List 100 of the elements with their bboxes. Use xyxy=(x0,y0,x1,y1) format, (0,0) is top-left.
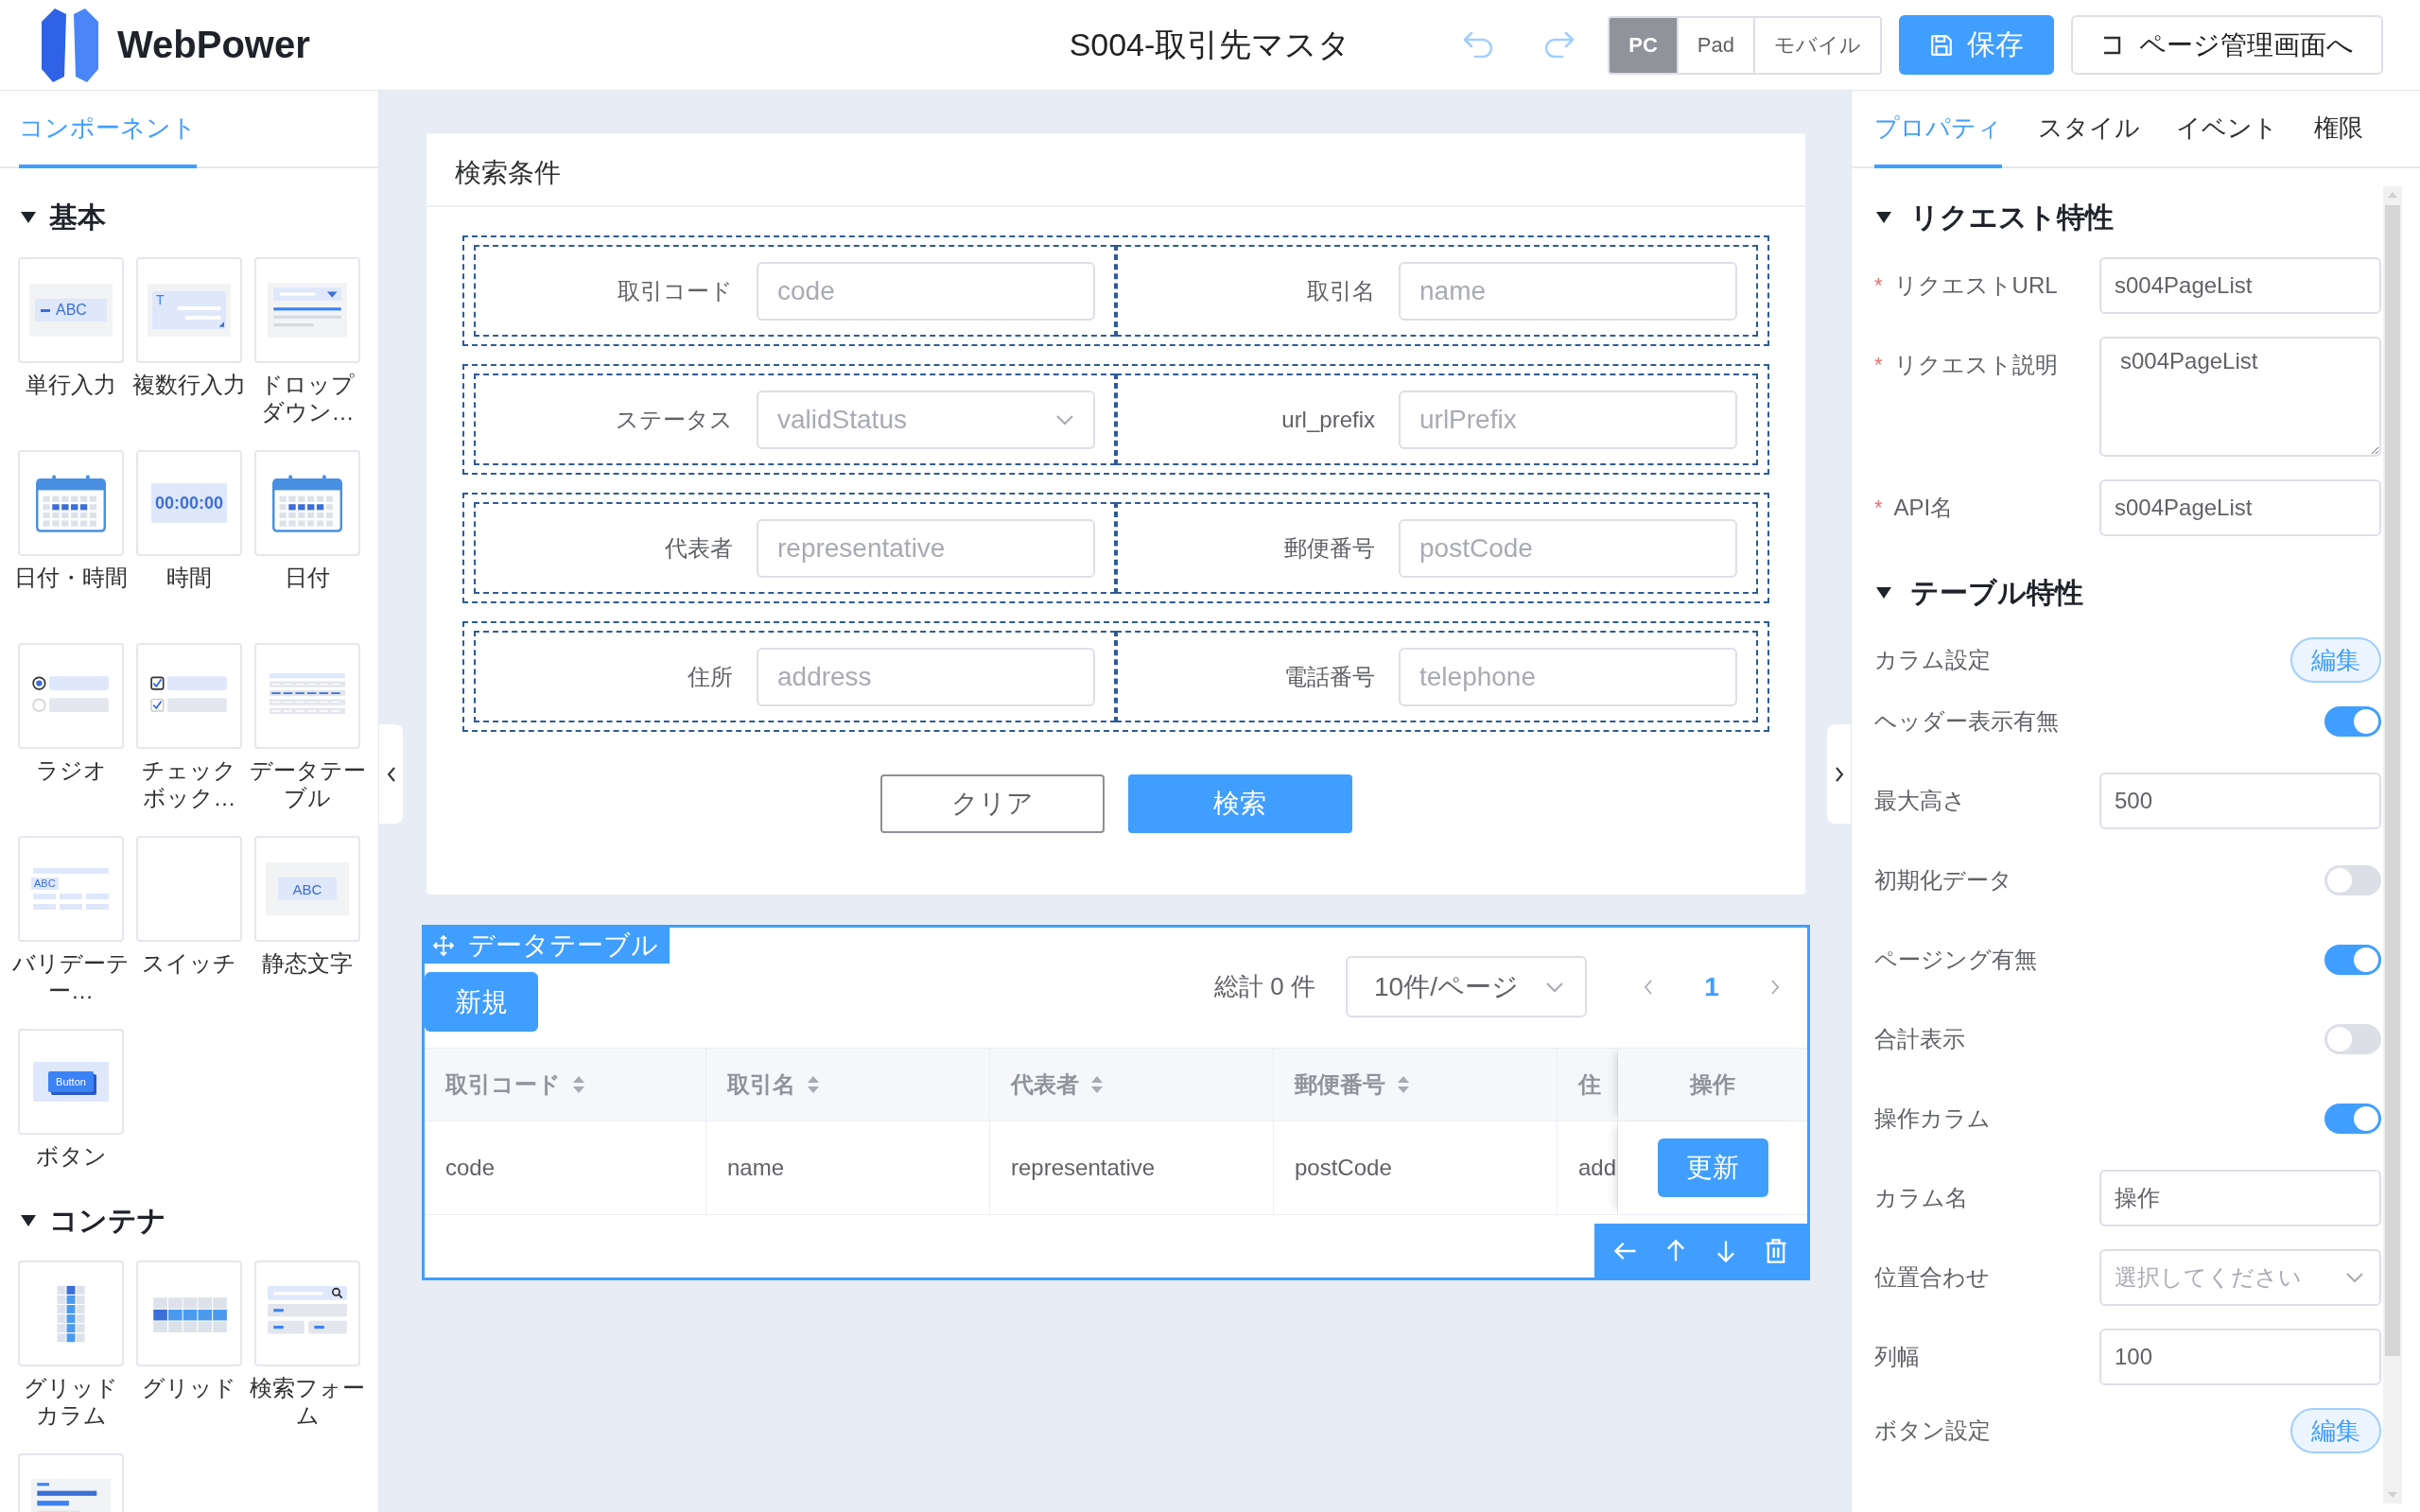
toggle-switch[interactable] xyxy=(2324,706,2381,737)
component-label: チェックボック… xyxy=(141,756,237,811)
component-tile[interactable] xyxy=(254,257,360,363)
text-field[interactable]: 操作 xyxy=(2099,1170,2381,1226)
table-cell: code xyxy=(425,1121,706,1215)
page-number[interactable]: 1 xyxy=(1691,967,1732,1006)
select-field[interactable]: validStatus xyxy=(757,390,1095,449)
group-header[interactable]: コンテナ xyxy=(18,1197,169,1244)
component-tile[interactable] xyxy=(254,1260,360,1366)
field-label: API名 xyxy=(1893,494,1954,522)
component-label: 検索フォーム xyxy=(249,1374,366,1429)
text-field[interactable]: s004PageList xyxy=(2099,257,2381,314)
column-header: 住 xyxy=(1558,1048,1618,1121)
component-tile[interactable]: Button xyxy=(18,1029,124,1135)
component-tile[interactable]: ABC xyxy=(18,836,124,942)
panel-tab[interactable]: イベント xyxy=(2176,91,2278,168)
undo-button[interactable] xyxy=(1462,30,1495,60)
panel-tab[interactable]: コンポーネント xyxy=(19,91,197,168)
panel-tab[interactable]: スタイル xyxy=(2038,91,2140,168)
collapse-left-button[interactable] xyxy=(379,724,403,824)
text-field[interactable]: postCode xyxy=(1399,518,1737,578)
toggle-switch[interactable] xyxy=(2324,1024,2381,1054)
field-label: 電話番号 xyxy=(1283,662,1375,691)
component-tile[interactable]: T xyxy=(136,257,242,363)
edit-button[interactable]: 編集 xyxy=(2290,637,2381,683)
component-tile[interactable]: ABC xyxy=(18,257,124,363)
field-label: ステータス xyxy=(615,405,733,434)
chevron-right-icon xyxy=(1834,765,1844,783)
field-label: リクエストURL xyxy=(1893,271,2058,300)
text-field[interactable]: 500 xyxy=(2099,773,2381,829)
component-tile[interactable]: 00:00:00 xyxy=(136,450,242,556)
component-name: データテーブル xyxy=(468,930,658,962)
select-field[interactable]: 選択してください xyxy=(2099,1249,2381,1306)
total-count: 総計 0 件 xyxy=(1214,971,1315,1002)
field-label: カラム名 xyxy=(1874,1184,1968,1212)
field-label: 操作カラム xyxy=(1874,1104,1991,1133)
device-tab[interactable]: モバイル xyxy=(1753,17,1880,73)
panel-tab[interactable]: プロパティ xyxy=(1874,91,2002,168)
update-button[interactable]: 更新 xyxy=(1657,1138,1768,1197)
column-header[interactable]: 郵便番号 xyxy=(1274,1048,1558,1121)
clear-button[interactable]: クリア xyxy=(879,774,1105,833)
table-cell: representative xyxy=(990,1121,1274,1215)
section-header[interactable]: リクエスト特性 xyxy=(1874,194,2115,241)
component-label: データテーブル xyxy=(249,756,366,811)
edit-button[interactable]: 編集 xyxy=(2290,1408,2381,1453)
toggle-switch[interactable] xyxy=(2324,1104,2381,1134)
component-label: 単行入力 xyxy=(25,371,117,399)
page-size-select[interactable]: 10件/ページ xyxy=(1346,956,1587,1017)
text-field[interactable]: representative xyxy=(757,518,1095,578)
scroll-up-icon xyxy=(2388,192,2397,198)
component-tile[interactable] xyxy=(136,836,242,942)
form-rows-icon xyxy=(31,893,111,911)
save-icon xyxy=(1929,32,1954,58)
search-button[interactable]: 検索 xyxy=(1127,774,1352,833)
component-tile[interactable] xyxy=(18,450,124,556)
field-label: ボタン設定 xyxy=(1874,1416,1991,1445)
section-header[interactable]: テーブル特性 xyxy=(1874,569,2085,617)
toggle-switch[interactable] xyxy=(2324,945,2381,975)
preview-button: Button xyxy=(48,1071,94,1092)
component-tile[interactable] xyxy=(136,1260,242,1366)
column-header[interactable]: 取引コード xyxy=(425,1048,706,1121)
page-manager-button[interactable]: ページ管理画面へ xyxy=(2071,15,2383,75)
component-tile[interactable]: ABC xyxy=(254,836,360,942)
text-field[interactable]: code xyxy=(757,261,1095,321)
chevron-down-icon xyxy=(2345,1272,2364,1283)
text-field[interactable]: urlPrefix xyxy=(1399,390,1737,449)
field-label: 合計表示 xyxy=(1874,1025,1965,1053)
device-tab[interactable]: PC xyxy=(1610,17,1677,73)
panel-tab[interactable]: 権限 xyxy=(2314,91,2363,168)
undo-icon xyxy=(1462,30,1495,58)
component-label: ボタン xyxy=(34,1142,108,1171)
field-label: 位置合わせ xyxy=(1874,1263,1990,1292)
logo-text: WebPower xyxy=(117,24,310,66)
component-tile[interactable] xyxy=(18,643,124,749)
text-field[interactable]: address xyxy=(757,647,1095,706)
redo-button[interactable] xyxy=(1543,30,1576,60)
toggle-switch[interactable] xyxy=(2324,865,2381,895)
text-field[interactable]: 100 xyxy=(2099,1329,2381,1385)
collapse-right-button[interactable] xyxy=(1827,724,1851,824)
column-header[interactable]: 取引名 xyxy=(706,1048,990,1121)
dropdown-icon xyxy=(268,282,347,339)
component-tile[interactable] xyxy=(254,450,360,556)
text-field[interactable]: name xyxy=(1399,261,1737,321)
column-header[interactable]: 代表者 xyxy=(990,1048,1274,1121)
group-header[interactable]: 基本 xyxy=(18,194,109,241)
component-tag[interactable]: データテーブル xyxy=(425,928,670,964)
component-tile[interactable] xyxy=(18,1260,124,1366)
component-label: バリデーテー… xyxy=(12,949,130,1004)
text-field[interactable]: telephone xyxy=(1399,647,1737,706)
component-tile[interactable] xyxy=(254,643,360,749)
text-field[interactable]: s004PageList xyxy=(2099,479,2381,536)
calendar-icon xyxy=(36,474,106,532)
scrollbar-track[interactable] xyxy=(2383,186,2402,1503)
scrollbar-thumb[interactable] xyxy=(2385,205,2400,1356)
preview-text: ABC xyxy=(31,877,59,890)
new-button[interactable]: 新規 xyxy=(425,972,538,1032)
textarea-field[interactable]: s004PageList xyxy=(2099,337,2381,457)
save-button[interactable]: 保存 xyxy=(1899,15,2054,75)
component-tile[interactable] xyxy=(136,643,242,749)
bar-icon xyxy=(31,867,111,874)
